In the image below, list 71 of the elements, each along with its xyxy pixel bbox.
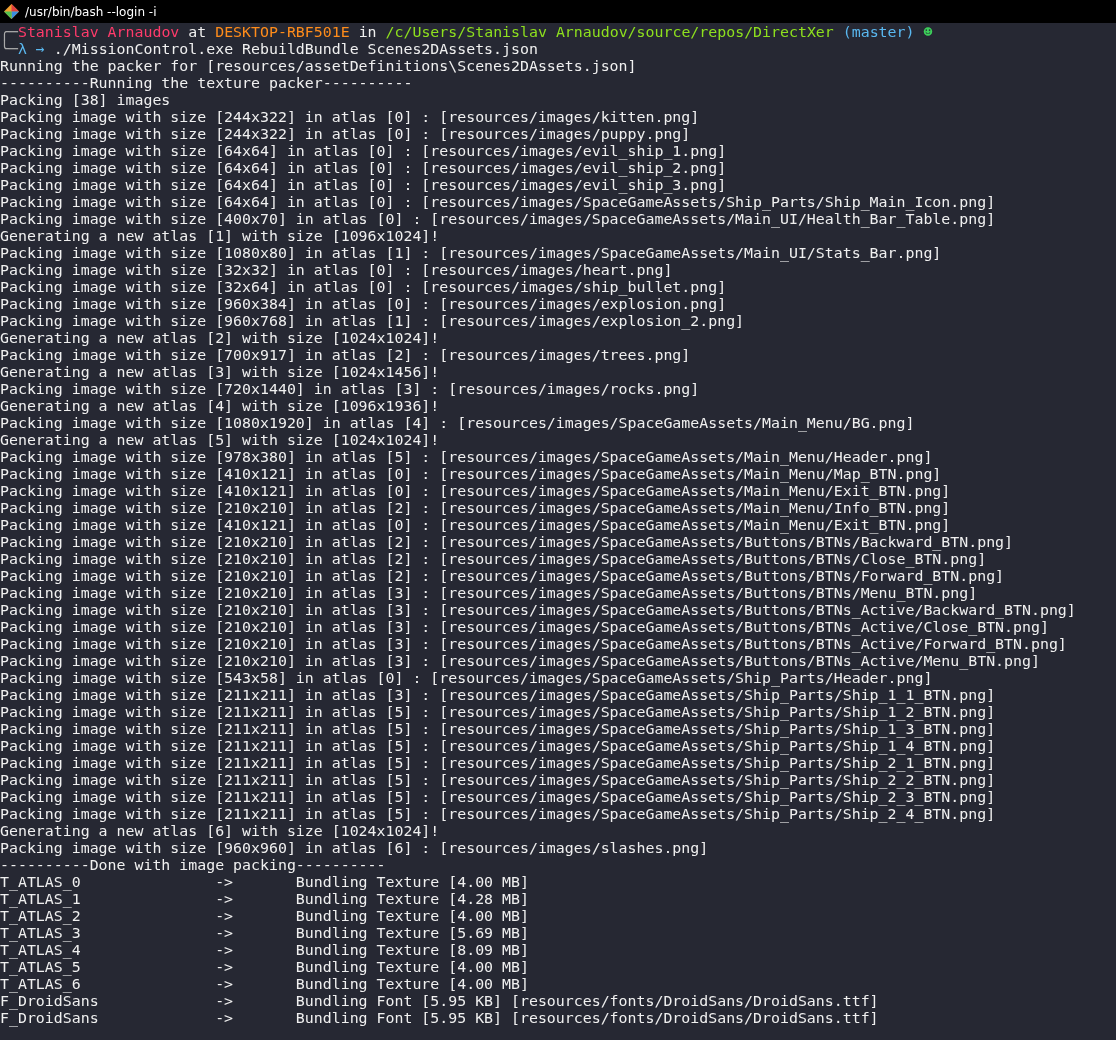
prompt-branch: (master) — [841, 24, 915, 41]
prompt-lambda: λ — [17, 41, 27, 58]
output-line: Packing image with size [210x210] in atlas [2] : [resources/images/SpaceGameAssets/Buttons/BTNs/Backward_BTN.png] — [0, 534, 1015, 551]
output-line: Generating a new atlas [6] with size [1024x1024]! — [0, 823, 441, 840]
output-line: Packing image with size [210x210] in atlas [2] : [resources/images/SpaceGameAssets/Main_Menu/Info_BTN.png] — [0, 500, 952, 517]
output-line: Packing image with size [1080x80] in atlas [1] : [resources/images/SpaceGameAssets/Main_UI/Stats_Bar.png] — [0, 245, 943, 262]
output-line: Packing image with size [410x121] in atlas [0] : [resources/images/SpaceGameAssets/Main_Menu/Exit_BTN.png] — [0, 517, 952, 534]
output-line: Packing image with size [960x960] in atlas [6] : [resources/images/slashes.png] — [0, 840, 710, 857]
output-line: F_DroidSans -> Bundling Font [5.95 KB] [resources/fonts/DroidSans/DroidSans.ttf] — [0, 1010, 880, 1027]
output-line: Packing image with size [720x1440] in atlas [3] : [resources/images/rocks.png] — [0, 381, 701, 398]
output-line: Packing image with size [960x384] in atlas [0] : [resources/images/explosion.png] — [0, 296, 728, 313]
output-line: ----------Running the texture packer---------- — [0, 75, 414, 92]
output-line: Packing image with size [211x211] in atlas [5] : [resources/images/SpaceGameAssets/Ship_Parts/Ship_2_1_BTN.png] — [0, 755, 997, 772]
output-line: Packing image with size [210x210] in atlas [3] : [resources/images/SpaceGameAssets/Buttons/BTNs_Active/Close_BTN.png] — [0, 619, 1049, 636]
diamond-logo-icon — [4, 4, 19, 19]
output-line: T_ATLAS_2 -> Bundling Texture [4.00 MB] — [0, 908, 530, 925]
output-line: Generating a new atlas [1] with size [1096x1024]! — [0, 228, 440, 245]
prompt-path: /c/Users/Stanislav Arnaudov/source/repos/DirectXer — [385, 24, 834, 41]
window-title: /usr/bin/bash --login -i — [25, 4, 157, 19]
output-line: Packing image with size [211x211] in atlas [5] : [resources/images/SpaceGameAssets/Ship_Parts/Ship_1_3_BTN.png] — [0, 721, 997, 738]
output-line: Packing image with size [1080x1920] in atlas [4] : [resources/images/SpaceGameAssets/Main_Menu/BG.png] — [0, 415, 916, 432]
output-line: T_ATLAS_1 -> Bundling Texture [4.28 MB] — [0, 891, 530, 908]
prompt-host: DESKTOP-RBF501E — [215, 24, 350, 41]
output-line: Packing image with size [32x32] in atlas [0] : [resources/images/heart.png] — [0, 262, 673, 279]
output-line: Generating a new atlas [3] with size [1024x1456]! — [0, 364, 441, 381]
output-line: Running the packer for [resources/assetDefinitions\Scenes2DAssets.json] — [0, 58, 638, 75]
output-line: Packing image with size [211x211] in atlas [3] : [resources/images/SpaceGameAssets/Ship_Parts/Ship_1_1_BTN.png] — [0, 687, 997, 704]
prompt-corner: ╰─ — [0, 41, 18, 58]
output-line: Packing image with size [211x211] in atlas [5] : [resources/images/SpaceGameAssets/Ship_Parts/Ship_2_4_BTN.png] — [0, 806, 997, 823]
output-line: T_ATLAS_4 -> Bundling Texture [8.09 MB] — [0, 942, 530, 959]
output-line: Packing image with size [210x210] in atlas [3] : [resources/images/SpaceGameAssets/Buttons/BTNs_Active/Backward_BTN.png] — [0, 602, 1077, 619]
output-line: Packing image with size [400x70] in atlas [0] : [resources/images/SpaceGameAssets/Main_UI/Health_Bar_Table.png] — [0, 211, 997, 228]
output-line: T_ATLAS_3 -> Bundling Texture [5.69 MB] — [0, 925, 530, 942]
output-line: Packing image with size [543x58] in atlas [0] : [resources/images/SpaceGameAssets/Ship_Parts/Header.png] — [0, 670, 933, 687]
output-line: Generating a new atlas [2] with size [1024x1024]! — [0, 330, 441, 347]
output-line: Packing image with size [978x380] in atlas [5] : [resources/images/SpaceGameAssets/Main_Menu/Header.png] — [0, 449, 934, 466]
output-line: Packing image with size [210x210] in atlas [3] : [resources/images/SpaceGameAssets/Buttons/BTNs/Menu_BTN.png] — [0, 585, 978, 602]
prompt-corner: ╭─ — [0, 24, 18, 41]
prompt-at: at — [187, 24, 208, 41]
output-line: Packing [38] images — [0, 92, 172, 109]
prompt-status: ☻ — [922, 24, 933, 41]
output-line: F_DroidSans -> Bundling Font [5.95 KB] [resources/fonts/DroidSans/DroidSans.ttf] — [0, 993, 880, 1010]
output-line: T_ATLAS_6 -> Bundling Texture [4.00 MB] — [0, 976, 530, 993]
output-line: Packing image with size [64x64] in atlas [0] : [resources/images/evil_ship_1.png] — [0, 143, 728, 160]
output-line: Packing image with size [210x210] in atlas [3] : [resources/images/SpaceGameAssets/Buttons/BTNs_Active/Menu_BTN.png] — [0, 653, 1040, 670]
output-line: Packing image with size [210x210] in atlas [2] : [resources/images/SpaceGameAssets/Buttons/BTNs/Close_BTN.png] — [0, 551, 987, 568]
output-line: Packing image with size [410x121] in atlas [0] : [resources/images/SpaceGameAssets/Main_Menu/Exit_BTN.png] — [0, 483, 952, 500]
output-line: Packing image with size [410x121] in atlas [0] : [resources/images/SpaceGameAssets/Main_Menu/Map_BTN.png] — [0, 466, 943, 483]
output-line: T_ATLAS_5 -> Bundling Texture [4.00 MB] — [0, 959, 530, 976]
output-line: Packing image with size [210x210] in atlas [3] : [resources/images/SpaceGameAssets/Buttons/BTNs_Active/Forward_BTN.png] — [0, 636, 1068, 653]
output-line: Packing image with size [211x211] in atlas [5] : [resources/images/SpaceGameAssets/Ship_Parts/Ship_2_3_BTN.png] — [0, 789, 997, 806]
prompt-arrow: → — [34, 41, 45, 58]
output-line: Packing image with size [960x768] in atlas [1] : [resources/images/explosion_2.png] — [0, 313, 746, 330]
output-line: Packing image with size [64x64] in atlas [0] : [resources/images/SpaceGameAssets/Ship_Parts/Ship_Main_Icon.png] — [0, 194, 997, 211]
prompt-in: in — [357, 24, 378, 41]
output-line: Generating a new atlas [4] with size [1096x1936]! — [0, 398, 441, 415]
output-line: T_ATLAS_0 -> Bundling Texture [4.00 MB] — [0, 874, 530, 891]
output-line: Packing image with size [32x64] in atlas [0] : [resources/images/ship_bullet.png] — [0, 279, 728, 296]
command-text: ./MissionControl.exe RebuildBundle Scenes2DAssets.json — [52, 41, 538, 58]
output-line: Packing image with size [210x210] in atlas [2] : [resources/images/SpaceGameAssets/Buttons/BTNs/Forward_BTN.png] — [0, 568, 1006, 585]
output-line: Packing image with size [244x322] in atlas [0] : [resources/images/puppy.png] — [0, 126, 692, 143]
output-line: Packing image with size [64x64] in atlas [0] : [resources/images/evil_ship_3.png] — [0, 177, 728, 194]
output-line: Packing image with size [244x322] in atlas [0] : [resources/images/kitten.png] — [0, 109, 701, 126]
output-line: Packing image with size [211x211] in atlas [5] : [resources/images/SpaceGameAssets/Ship_Parts/Ship_1_4_BTN.png] — [0, 738, 997, 755]
output-line: Packing image with size [64x64] in atlas [0] : [resources/images/evil_ship_2.png] — [0, 160, 728, 177]
output-line: Packing image with size [211x211] in atlas [5] : [resources/images/SpaceGameAssets/Ship_Parts/Ship_2_2_BTN.png] — [0, 772, 997, 789]
output-line: Generating a new atlas [5] with size [1024x1024]! — [0, 432, 441, 449]
output-line: Packing image with size [211x211] in atlas [5] : [resources/images/SpaceGameAssets/Ship_Parts/Ship_1_2_BTN.png] — [0, 704, 997, 721]
output-line: ----------Done with image packing---------- — [0, 857, 387, 874]
prompt-user: Stanislav Arnaudov — [17, 24, 180, 41]
output-line: Packing image with size [700x917] in atlas [2] : [resources/images/trees.png] — [0, 347, 692, 364]
